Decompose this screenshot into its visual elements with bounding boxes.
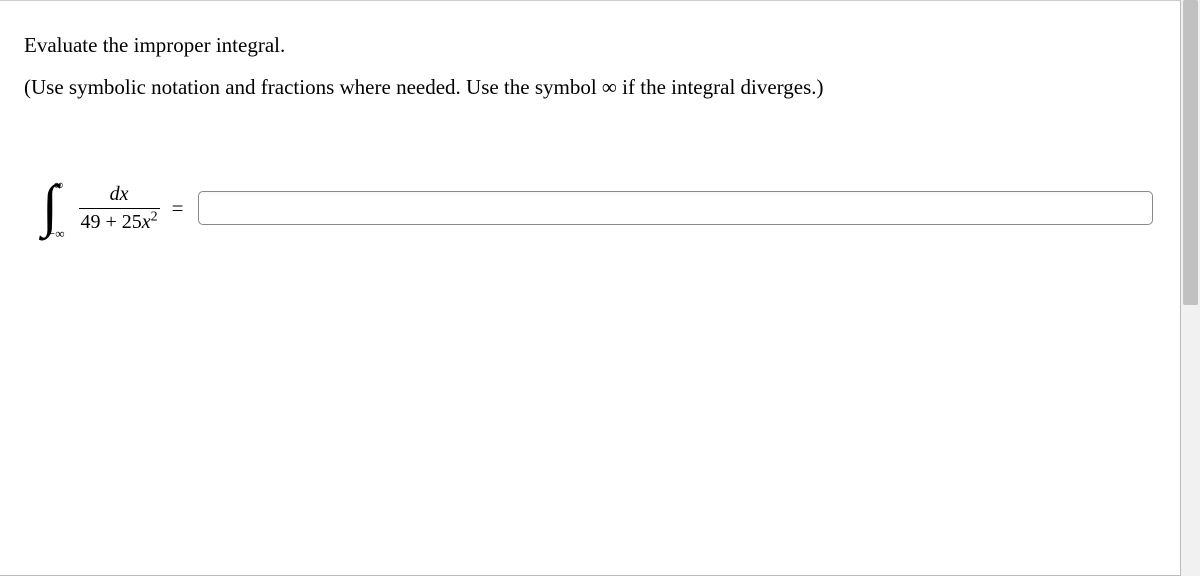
- integral-limits: ∞ −∞: [54, 181, 71, 236]
- question-instruction: (Use symbolic notation and fractions whe…: [24, 71, 1156, 105]
- vertical-scrollbar[interactable]: [1181, 0, 1200, 576]
- equals-sign: =: [172, 196, 184, 221]
- fraction-denominator: 49 + 25x2: [79, 208, 160, 234]
- fraction-numerator: dx: [108, 183, 131, 208]
- scrollbar-thumb[interactable]: [1183, 0, 1198, 305]
- integrand-fraction: dx 49 + 25x2: [79, 183, 160, 234]
- upper-limit: ∞: [54, 177, 71, 193]
- answer-input[interactable]: [198, 191, 1153, 225]
- question-prompt: Evaluate the improper integral.: [24, 29, 1156, 63]
- integral-expression: ∫ ∞ −∞ dx 49 + 25x2 =: [42, 179, 198, 237]
- lower-limit: −∞: [48, 226, 65, 242]
- equation-row: ∫ ∞ −∞ dx 49 + 25x2 =: [42, 179, 1156, 237]
- question-panel: Evaluate the improper integral. (Use sym…: [0, 0, 1181, 576]
